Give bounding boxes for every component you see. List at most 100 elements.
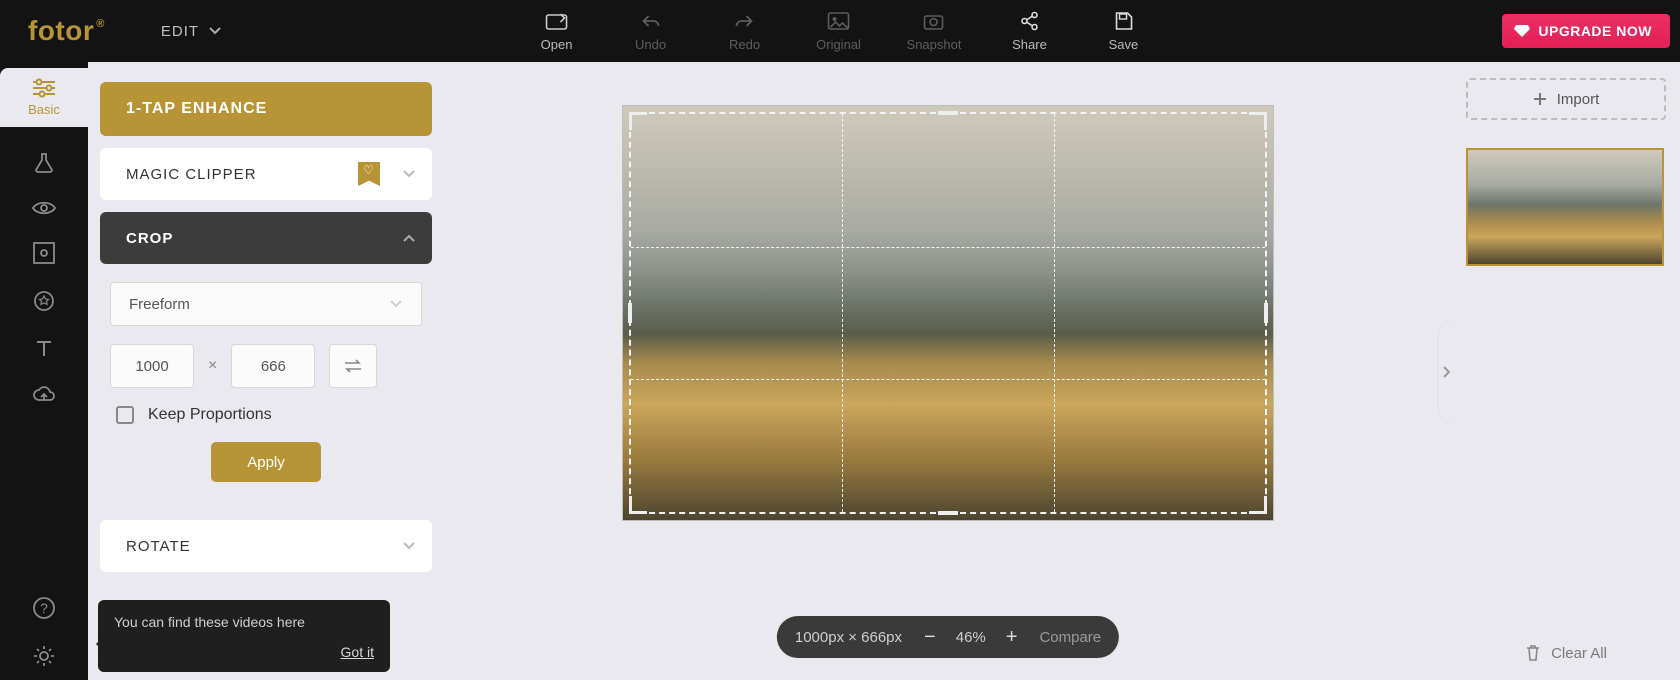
tab-basic[interactable]: Basic <box>0 68 88 127</box>
flask-icon <box>32 151 56 175</box>
tab-frames[interactable] <box>32 241 56 265</box>
chevron-down-icon <box>402 541 416 551</box>
image-thumbnail[interactable] <box>1466 148 1664 266</box>
chevron-right-icon <box>1442 365 1450 379</box>
crop-handle-tl[interactable] <box>629 112 647 130</box>
tooltip-popover: You can find these videos here Got it <box>98 600 390 672</box>
crop-label: CROP <box>126 230 173 247</box>
grid-line <box>631 379 1265 380</box>
crop-handle-top[interactable] <box>938 111 958 115</box>
tab-effects[interactable] <box>32 151 56 175</box>
crop-handle-right[interactable] <box>1264 303 1268 323</box>
cloud-upload-icon <box>31 385 57 405</box>
undo-button[interactable]: Undo <box>625 11 677 52</box>
zoom-level: 46% <box>956 629 986 646</box>
side-panel: 1-TAP ENHANCE MAGIC CLIPPER CROP Freefor… <box>88 62 444 680</box>
right-panel: Import Clear All <box>1452 62 1680 680</box>
grid-line <box>842 114 843 512</box>
chevron-down-icon <box>389 299 403 309</box>
open-button[interactable]: Open <box>531 11 583 52</box>
trash-icon <box>1525 644 1541 662</box>
help-button[interactable]: ? <box>32 596 56 620</box>
brand-logo[interactable]: fotor® <box>28 15 103 47</box>
zoom-in-button[interactable]: + <box>1006 626 1018 649</box>
redo-button[interactable]: Redo <box>719 11 771 52</box>
import-button[interactable]: Import <box>1466 78 1666 120</box>
help-icon: ? <box>32 596 56 620</box>
redo-icon <box>734 11 756 31</box>
grid-line <box>631 247 1265 248</box>
image-icon <box>828 11 850 31</box>
eye-icon <box>31 199 57 217</box>
swap-dimensions-button[interactable] <box>329 344 377 388</box>
crop-row[interactable]: CROP <box>100 212 432 264</box>
settings-button[interactable] <box>32 644 56 668</box>
tooltip-text: You can find these videos here <box>114 614 374 630</box>
tab-basic-label: Basic <box>28 102 60 117</box>
swap-icon <box>342 358 364 374</box>
svg-text:?: ? <box>40 600 48 616</box>
height-input[interactable] <box>231 344 315 388</box>
crop-handle-bottom[interactable] <box>938 511 958 515</box>
text-icon <box>32 337 56 361</box>
tab-text[interactable] <box>32 337 56 361</box>
topbar: fotor® EDIT Open Undo Redo <box>0 0 1680 62</box>
save-button[interactable]: Save <box>1097 11 1149 52</box>
chevron-down-icon <box>402 169 416 179</box>
crop-preset-value: Freeform <box>129 296 190 313</box>
apply-button[interactable]: Apply <box>211 442 321 482</box>
tab-cloud[interactable] <box>31 385 57 405</box>
mode-selector[interactable]: EDIT <box>161 23 221 40</box>
canvas-area: 1000px × 666px − 46% + Compare <box>444 62 1452 680</box>
sliders-icon <box>31 78 57 98</box>
chevron-down-icon <box>209 27 221 35</box>
frame-icon <box>32 241 56 265</box>
status-bar: 1000px × 666px − 46% + Compare <box>777 616 1119 658</box>
keep-proportions-row[interactable]: Keep Proportions <box>110 406 422 424</box>
magic-clipper-row[interactable]: MAGIC CLIPPER <box>100 148 432 200</box>
tab-stickers[interactable] <box>32 289 56 313</box>
app-body: Basic ? 1-TAP ENH <box>0 62 1680 680</box>
collapse-right-panel-button[interactable] <box>1439 322 1452 422</box>
save-icon <box>1112 11 1134 31</box>
topbar-actions: Open Undo Redo Original Snapshot <box>531 0 1150 62</box>
crop-handle-tr[interactable] <box>1249 112 1267 130</box>
original-button[interactable]: Original <box>813 11 865 52</box>
crop-handle-bl[interactable] <box>629 496 647 514</box>
chevron-up-icon <box>402 233 416 243</box>
zoom-out-button[interactable]: − <box>924 626 936 649</box>
times-icon: × <box>208 357 217 375</box>
crop-options: Freeform × Keep Proportions Apply <box>100 276 432 482</box>
crop-handle-left[interactable] <box>628 303 632 323</box>
undo-icon <box>640 11 662 31</box>
share-icon <box>1018 11 1040 31</box>
tooltip-dismiss-button[interactable]: Got it <box>114 644 374 660</box>
grid-line <box>1054 114 1055 512</box>
crop-preset-select[interactable]: Freeform <box>110 282 422 326</box>
camera-icon <box>923 11 945 31</box>
rotate-label: ROTATE <box>126 538 191 555</box>
diamond-icon <box>1514 24 1530 38</box>
badge-icon <box>32 289 56 313</box>
keep-proportions-checkbox[interactable] <box>116 406 134 424</box>
compare-button[interactable]: Compare <box>1039 629 1101 646</box>
width-input[interactable] <box>110 344 194 388</box>
plus-icon <box>1533 92 1547 106</box>
vertical-toolbar: Basic ? <box>0 62 88 680</box>
crop-overlay[interactable] <box>629 112 1267 514</box>
mode-label: EDIT <box>161 23 199 40</box>
snapshot-button[interactable]: Snapshot <box>907 11 962 52</box>
premium-badge-icon <box>358 162 380 186</box>
one-tap-enhance-button[interactable]: 1-TAP ENHANCE <box>100 82 432 136</box>
rotate-row[interactable]: ROTATE <box>100 520 432 572</box>
gear-icon <box>32 644 56 668</box>
magic-clipper-label: MAGIC CLIPPER <box>126 166 257 183</box>
tab-beauty[interactable] <box>31 199 57 217</box>
canvas-image[interactable] <box>623 106 1273 520</box>
dimensions-row: × <box>110 344 422 388</box>
clear-all-button[interactable]: Clear All <box>1452 644 1680 662</box>
upgrade-button[interactable]: UPGRADE NOW <box>1502 14 1670 48</box>
share-button[interactable]: Share <box>1003 11 1055 52</box>
crop-handle-br[interactable] <box>1249 496 1267 514</box>
keep-proportions-label: Keep Proportions <box>148 406 272 424</box>
